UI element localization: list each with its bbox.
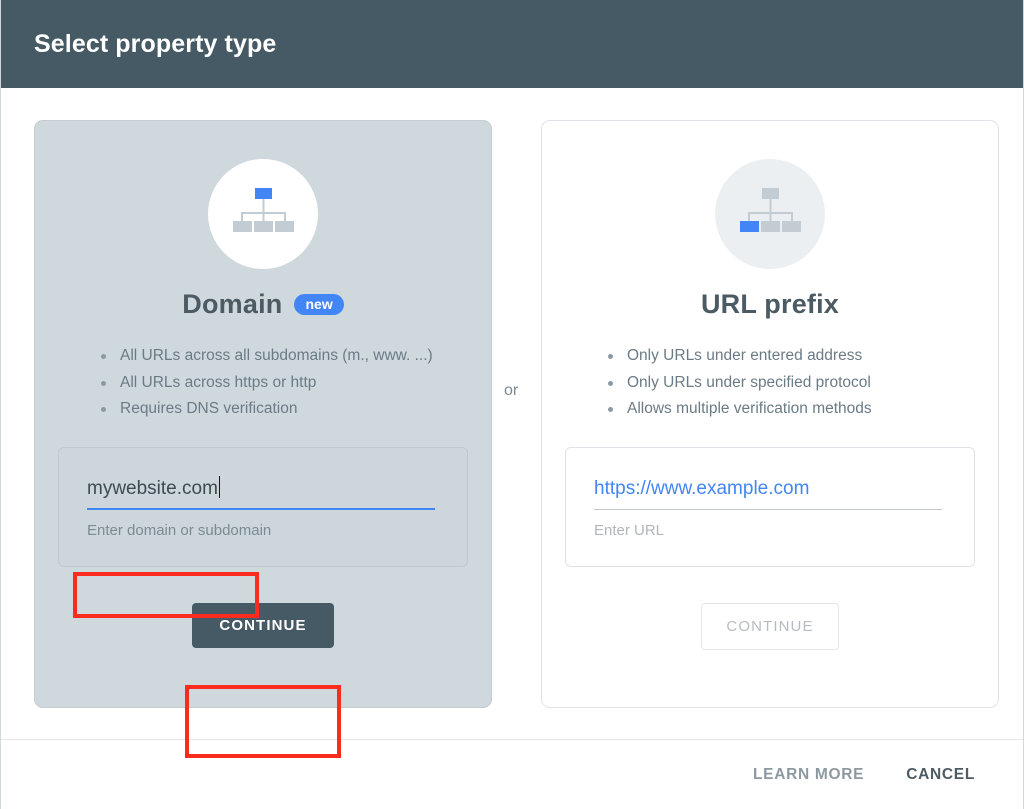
page-title: Select property type [34, 29, 277, 58]
new-badge: new [294, 293, 344, 315]
select-property-type-dialog: Select property type Domain new All URLs… [0, 0, 1024, 809]
url-prefix-card-title: URL prefix [700, 288, 840, 319]
site-hierarchy-icon [736, 188, 804, 240]
url-prefix-field[interactable]: https://www.example.com [594, 476, 946, 510]
site-hierarchy-icon [229, 188, 297, 240]
domain-continue-wrap: CONTINUE [35, 602, 491, 648]
domain-input-hint: Enter domain or subdomain [87, 521, 272, 539]
url-prefix-feature-list: Only URLs under entered address Only URL… [604, 343, 998, 423]
list-item: Allows multiple verification methods [604, 396, 998, 423]
cancel-button[interactable]: CANCEL [900, 765, 981, 785]
url-input[interactable]: https://www.example.com [594, 478, 809, 499]
list-item: Only URLs under specified protocol [604, 370, 998, 397]
domain-property-card[interactable]: Domain new All URLs across all subdomain… [34, 120, 492, 708]
url-prefix-continue-wrap: CONTINUE [542, 602, 998, 650]
domain-continue-button[interactable]: CONTINUE [192, 602, 334, 648]
url-prefix-property-card[interactable]: URL prefix Only URLs under entered addre… [541, 120, 999, 708]
domain-feature-list: All URLs across all subdomains (m., www.… [97, 343, 491, 423]
list-item: Requires DNS verification [97, 396, 491, 423]
domain-field-underline [87, 507, 435, 510]
url-prefix-field-underline [594, 508, 942, 510]
url-prefix-input-panel: https://www.example.com Enter URL [565, 446, 975, 567]
list-item: All URLs across all subdomains (m., www.… [97, 343, 491, 370]
domain-field[interactable]: mywebsite.com [87, 475, 439, 510]
url-input-hint: Enter URL [594, 521, 665, 539]
domain-card-title-row: Domain new [35, 287, 491, 321]
learn-more-button[interactable]: LEARN MORE [747, 765, 870, 785]
url-prefix-icon-circle [715, 159, 825, 269]
text-caret [218, 475, 220, 498]
domain-card-title: Domain [182, 288, 283, 319]
list-item: Only URLs under entered address [604, 343, 998, 370]
url-prefix-continue-button[interactable]: CONTINUE [701, 602, 839, 650]
domain-input-panel: mywebsite.com Enter domain or subdomain [58, 446, 468, 567]
or-separator: or [504, 382, 519, 399]
list-item: All URLs across https or http [97, 370, 491, 397]
url-prefix-card-title-row: URL prefix [542, 287, 998, 321]
dialog-body: Domain new All URLs across all subdomain… [1, 88, 1023, 758]
domain-icon-circle [208, 159, 318, 269]
dialog-header: Select property type [1, 0, 1023, 88]
dialog-footer: LEARN MORE CANCEL [1, 739, 1023, 809]
domain-input[interactable]: mywebsite.com [87, 478, 218, 499]
